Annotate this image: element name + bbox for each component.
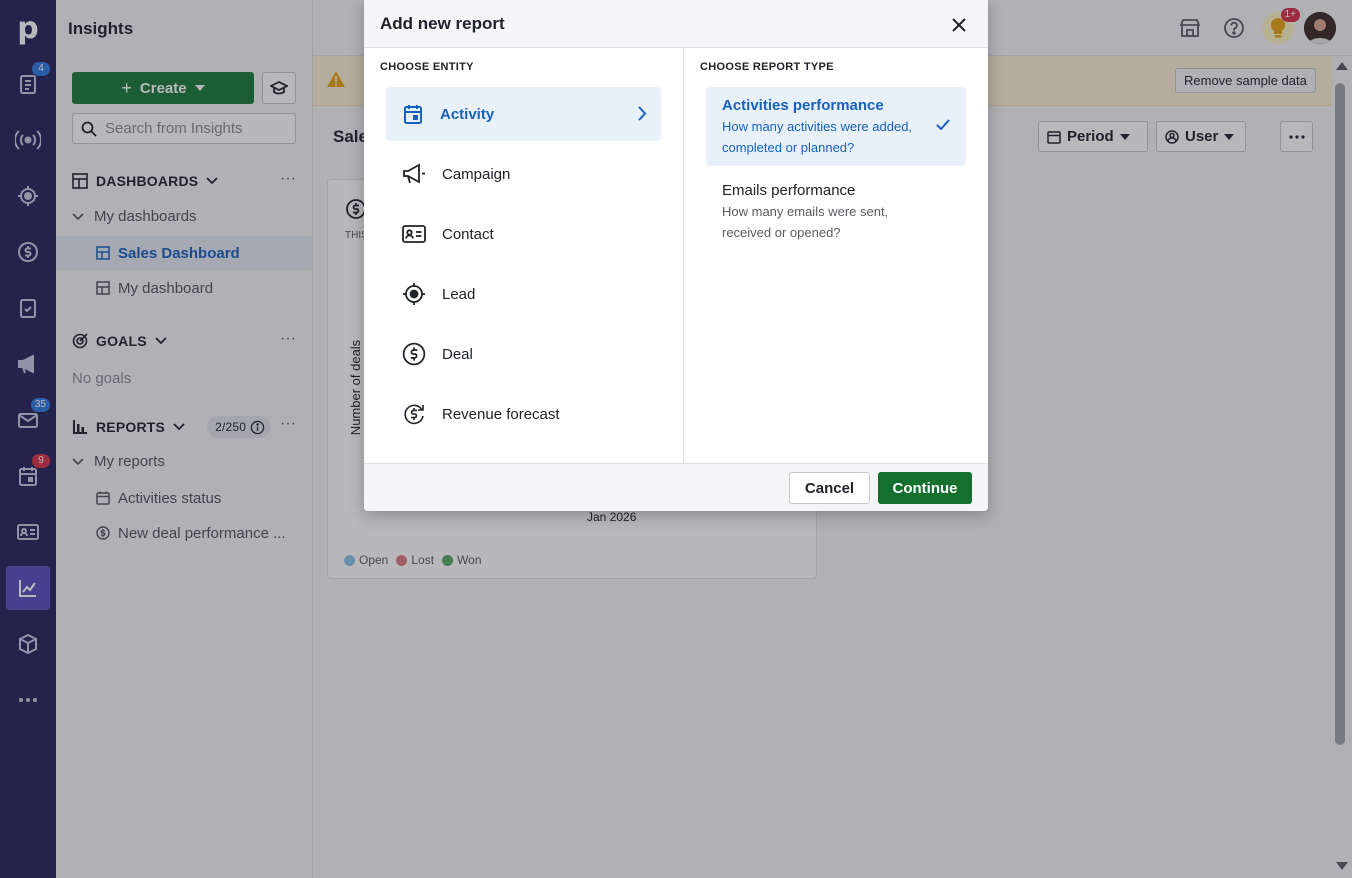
entity-label: Deal (442, 345, 473, 363)
contact-card-icon (402, 225, 426, 243)
choose-report-type-heading: CHOOSE REPORT TYPE (700, 61, 834, 73)
entity-label: Revenue forecast (442, 405, 560, 423)
report-type-description: How many activities were added, complete… (722, 119, 913, 155)
entity-column: CHOOSE ENTITY Activity Campaign Contact … (364, 48, 684, 463)
entity-option-revenue-forecast[interactable]: Revenue forecast (386, 387, 661, 441)
entity-option-deal[interactable]: Deal (386, 327, 661, 381)
report-type-emails-performance[interactable]: Emails performance How many emails were … (706, 172, 966, 251)
report-type-title: Emails performance (722, 182, 856, 199)
report-type-description: How many emails were sent, received or o… (722, 204, 889, 240)
chevron-right-icon (638, 106, 647, 121)
entity-option-campaign[interactable]: Campaign (386, 147, 661, 201)
close-button[interactable] (948, 14, 970, 36)
modal-title: Add new report (380, 14, 505, 33)
revenue-forecast-icon (404, 404, 424, 425)
close-icon (952, 18, 966, 32)
calendar-icon (404, 105, 422, 124)
continue-button[interactable]: Continue (878, 472, 972, 504)
entity-option-lead[interactable]: Lead (386, 267, 661, 321)
entity-label: Activity (440, 105, 495, 123)
entity-label: Lead (442, 285, 476, 303)
modal-footer: Cancel Continue (364, 463, 988, 511)
report-type-title: Activities performance (722, 97, 884, 114)
checkmark-icon (936, 119, 950, 130)
entity-option-contact[interactable]: Contact (386, 207, 661, 261)
choose-entity-heading: CHOOSE ENTITY (380, 61, 474, 73)
entity-label: Campaign (442, 165, 511, 183)
modal-header: Add new report (364, 0, 988, 48)
entity-option-activity[interactable]: Activity (386, 87, 661, 141)
entity-label: Contact (442, 225, 494, 243)
add-report-modal: Add new report CHOOSE ENTITY Activity Ca… (364, 0, 988, 511)
megaphone-icon (403, 163, 425, 184)
dollar-icon (402, 342, 426, 366)
report-type-column: CHOOSE REPORT TYPE Activities performanc… (684, 48, 988, 463)
report-type-activities-performance[interactable]: Activities performance How many activiti… (706, 87, 966, 166)
cancel-button[interactable]: Cancel (789, 472, 870, 504)
target-icon (403, 283, 425, 305)
